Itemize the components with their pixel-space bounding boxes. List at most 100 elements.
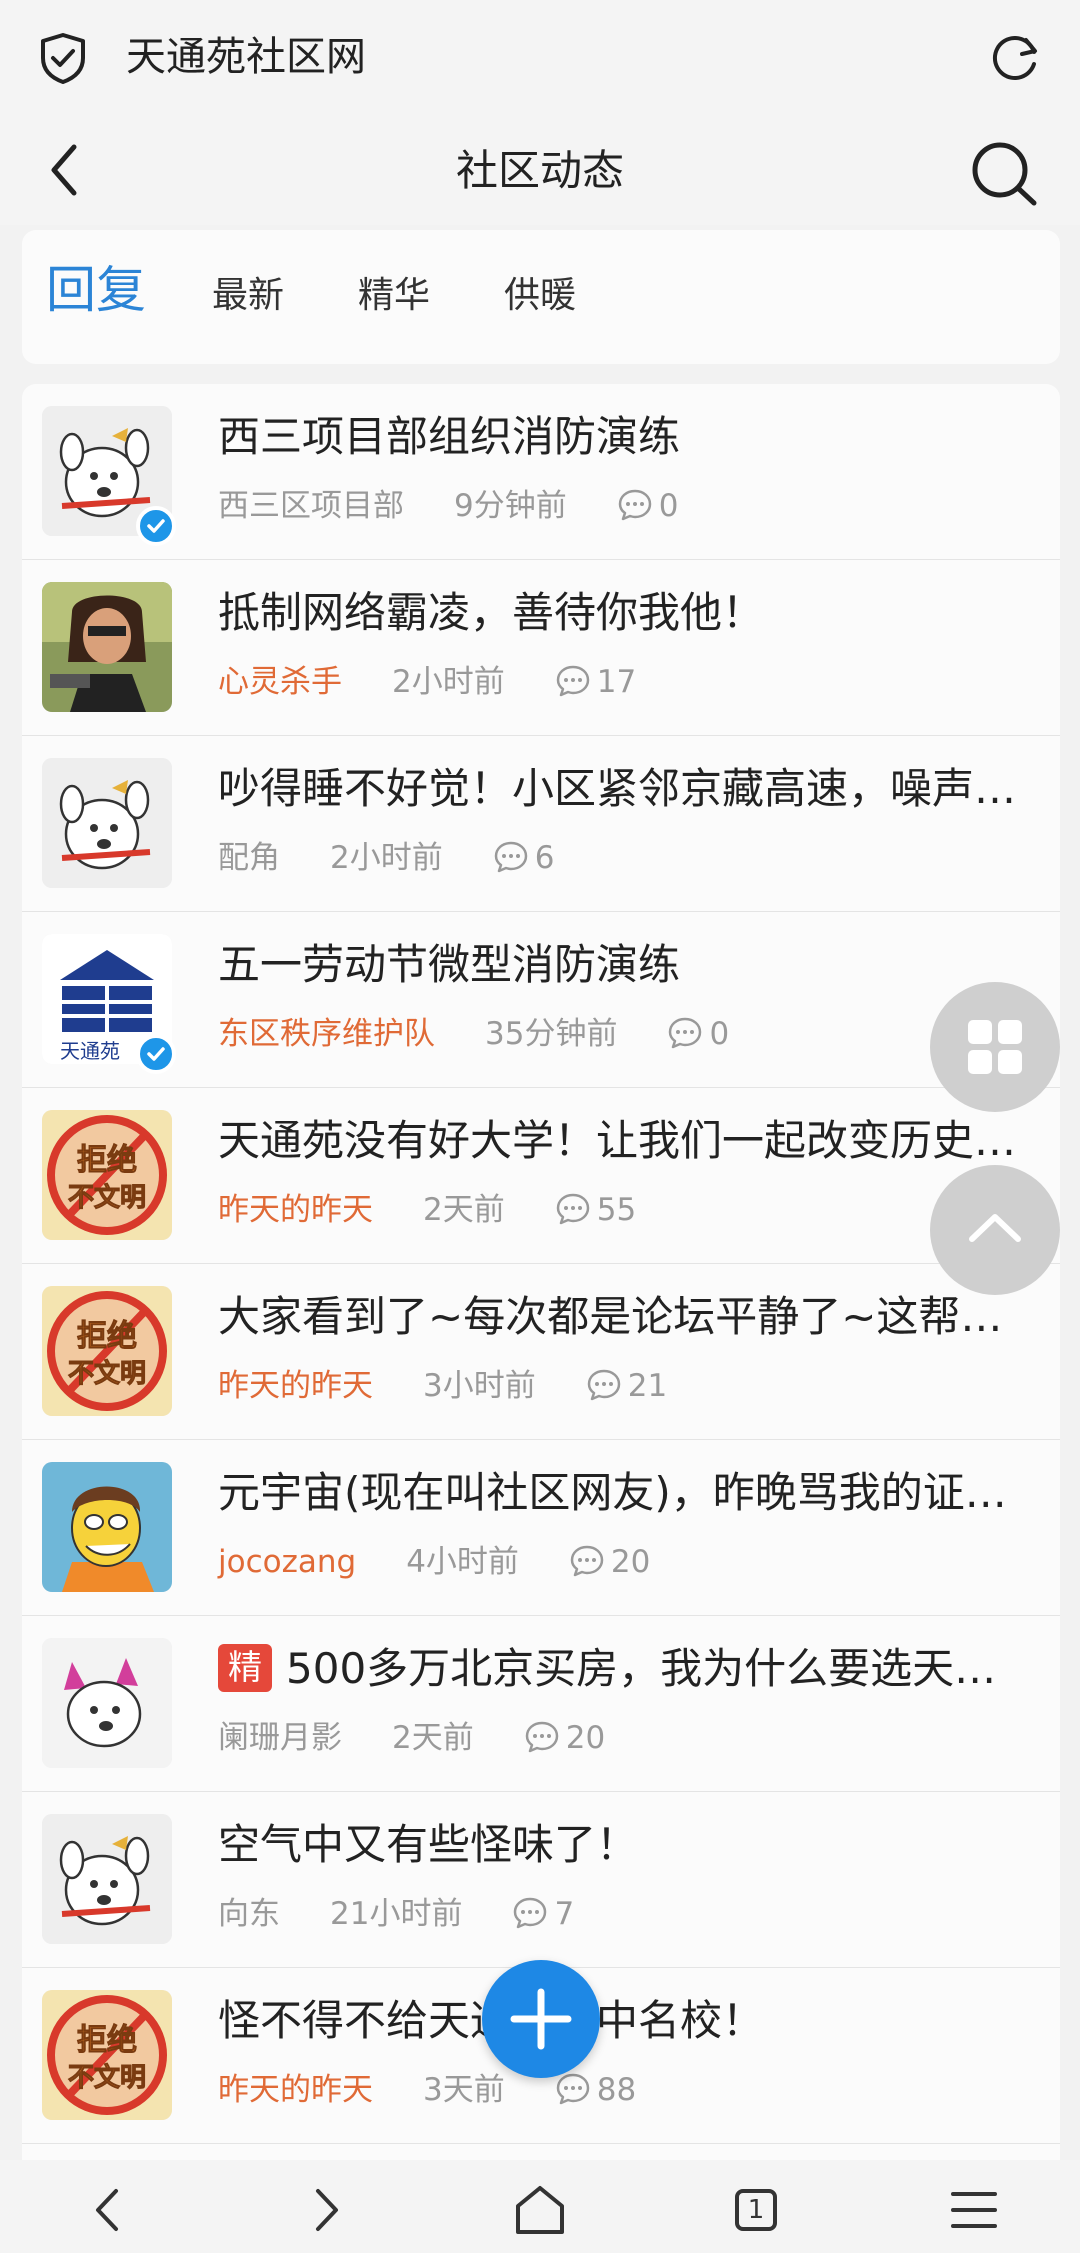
new-post-button[interactable]: [482, 1960, 600, 2078]
post-title-text: 空气中又有些怪味了！: [218, 1820, 639, 1869]
reply-icon: [556, 665, 589, 697]
nav-back-button[interactable]: [68, 2170, 148, 2250]
post-author[interactable]: 配角: [218, 840, 280, 876]
post-item[interactable]: 天通苑 五一劳动节微型消防演练 东区秩序维护队 35分钟前 0: [22, 912, 1060, 1088]
post-meta: 心灵杀手 2小时前 17: [218, 660, 636, 704]
avatar[interactable]: [42, 1462, 172, 1592]
no-incivility-avatar: 拒绝 不文明: [42, 1286, 172, 1416]
shield-icon[interactable]: [38, 32, 88, 84]
post-meta: 西三区项目部 9分钟前 0: [218, 484, 678, 528]
reply-count: 7: [554, 1896, 575, 1932]
post-time: 2天前: [392, 1720, 474, 1756]
post-item[interactable]: 西三项目部组织消防演练西三区项目部 9分钟前 0: [22, 384, 1060, 560]
nav-forward-button[interactable]: [286, 2170, 366, 2250]
reply-icon: [618, 489, 651, 521]
dog-avatar: [42, 758, 172, 888]
post-meta: 昨天的昨天 2天前 55: [218, 1188, 636, 1232]
post-title[interactable]: 空气中又有些怪味了！: [218, 1814, 1038, 1876]
reply-icon: [587, 1369, 620, 1401]
post-author[interactable]: 东区秩序维护队: [218, 1016, 435, 1052]
post-title[interactable]: 大家看到了~每次都是论坛平静了~这帮…: [218, 1286, 1038, 1348]
avatar[interactable]: [42, 582, 172, 712]
post-author[interactable]: 阑珊月影: [218, 1720, 342, 1756]
page-title: 社区动态: [455, 146, 624, 195]
nav-home-button[interactable]: [500, 2170, 580, 2250]
reply-count: 6: [534, 840, 555, 876]
post-item[interactable]: 吵得睡不好觉！小区紧邻京藏高速，噪声… 配角 2小时前 6: [22, 736, 1060, 912]
post-list: 西三项目部组织消防演练西三区项目部 9分钟前 0 抵制网络霸凌，善待你我他！ 心灵杀手…: [22, 384, 1060, 2164]
tab-featured[interactable]: 精华: [358, 266, 430, 326]
nav-tabs-button[interactable]: 1: [716, 2170, 796, 2250]
search-icon[interactable]: [968, 137, 1040, 209]
menu-grid-button[interactable]: [930, 982, 1060, 1112]
reply-icon: [514, 1897, 547, 1929]
avatar[interactable]: [42, 758, 172, 888]
app-header: 社区动态: [0, 115, 1080, 225]
post-time: 35分钟前: [485, 1016, 618, 1052]
verified-check-icon: [147, 1047, 165, 1061]
gunman-avatar: [42, 582, 172, 712]
post-author[interactable]: 西三区项目部: [218, 488, 404, 524]
reply-icon: [570, 1545, 604, 1577]
post-item[interactable]: 空气中又有些怪味了！ 向东 21小时前 7: [22, 1792, 1060, 1968]
grid-icon: [968, 1020, 1022, 1074]
tab-count: 1: [735, 2189, 777, 2231]
post-time: 2小时前: [330, 840, 443, 876]
browser-bottom-nav: 1: [0, 2160, 1080, 2253]
reply-icon: [556, 1193, 589, 1225]
pink-dog-avatar: [42, 1638, 172, 1768]
tab-reply[interactable]: 回复: [46, 260, 146, 320]
post-author[interactable]: 昨天的昨天: [218, 1192, 373, 1228]
post-author[interactable]: 昨天的昨天: [218, 2072, 373, 2108]
cartoon-man-avatar: [42, 1462, 172, 1592]
reply-count: 17: [596, 664, 637, 700]
post-title[interactable]: 精 500多万北京买房，我为什么要选天…: [218, 1638, 1038, 1700]
nav-menu-button[interactable]: [934, 2170, 1014, 2250]
avatar[interactable]: 拒绝 不文明: [42, 1286, 172, 1416]
post-item[interactable]: 元宇宙(现在叫社区网友)，昨晚骂我的证… jocozang 4小时前 20: [22, 1440, 1060, 1616]
post-title-text: 抵制网络霸凌，善待你我他！: [218, 588, 765, 637]
reply-count: 0: [658, 488, 679, 524]
sign-text-bottom: 不文明: [68, 1182, 146, 1213]
verified-badge: [136, 506, 176, 546]
site-title[interactable]: 天通苑社区网: [126, 28, 366, 86]
avatar[interactable]: 拒绝 不文明: [42, 1110, 172, 1240]
tab-latest[interactable]: 最新: [212, 266, 284, 326]
post-title-text: 西三项目部组织消防演练: [218, 412, 681, 461]
post-title[interactable]: 西三项目部组织消防演练: [218, 406, 1038, 468]
chevron-up-icon: [969, 1214, 1021, 1242]
post-time: 2小时前: [392, 664, 505, 700]
browser-bar: 天通苑社区网: [0, 0, 1080, 115]
sign-text-top: 拒绝: [77, 1319, 137, 1354]
reload-icon[interactable]: [988, 30, 1044, 86]
post-title[interactable]: 元宇宙(现在叫社区网友)，昨晚骂我的证…: [218, 1462, 1038, 1524]
post-item[interactable]: 拒绝 不文明 大家看到了~每次都是论坛平静了~这帮… 昨天的昨天 3小时前 21: [22, 1264, 1060, 1440]
post-item[interactable]: 抵制网络霸凌，善待你我他！ 心灵杀手 2小时前 17: [22, 560, 1060, 736]
post-time: 2天前: [423, 1192, 505, 1228]
plus-icon: [510, 1988, 572, 2050]
post-item[interactable]: 拒绝 不文明 天通苑没有好大学！让我们一起改变历史… 昨天的昨天 2天前 55: [22, 1088, 1060, 1264]
post-time: 3小时前: [423, 1368, 536, 1404]
post-item[interactable]: 精 500多万北京买房，我为什么要选天… 阑珊月影 2天前 20: [22, 1616, 1060, 1792]
back-to-top-button[interactable]: [930, 1165, 1060, 1295]
chevron-left-icon: [96, 2189, 118, 2231]
post-title[interactable]: 吵得睡不好觉！小区紧邻京藏高速，噪声…: [218, 758, 1038, 820]
reply-icon: [525, 1721, 558, 1753]
sign-text-top: 拒绝: [77, 1143, 137, 1178]
post-author[interactable]: jocozang: [218, 1544, 356, 1580]
avatar[interactable]: [42, 1814, 172, 1944]
post-title[interactable]: 五一劳动节微型消防演练: [218, 934, 1038, 996]
tab-heating[interactable]: 供暖: [504, 266, 576, 326]
tab-bar: 回复 最新 精华 供暖: [22, 230, 1060, 364]
post-author[interactable]: 向东: [218, 1896, 280, 1932]
post-title[interactable]: 怪不得不给天通苑高中名校！: [218, 1990, 1038, 2052]
no-incivility-avatar: 拒绝 不文明: [42, 1990, 172, 2120]
post-author[interactable]: 心灵杀手: [218, 664, 342, 700]
post-author[interactable]: 昨天的昨天: [218, 1368, 373, 1404]
avatar[interactable]: [42, 1638, 172, 1768]
sign-text-bottom: 不文明: [68, 2062, 146, 2093]
post-title[interactable]: 抵制网络霸凌，善待你我他！: [218, 582, 1038, 644]
hamburger-menu-icon: [951, 2192, 997, 2228]
post-title[interactable]: 天通苑没有好大学！让我们一起改变历史…: [218, 1110, 1038, 1172]
avatar[interactable]: 拒绝 不文明: [42, 1990, 172, 2120]
